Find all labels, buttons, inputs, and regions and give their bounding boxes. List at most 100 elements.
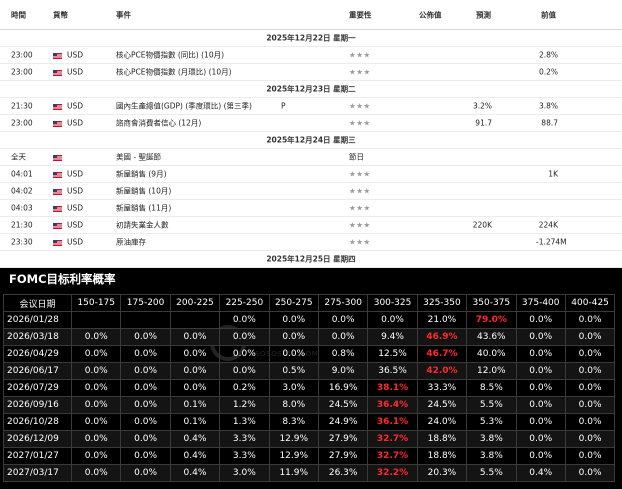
- column-header-rate-range: 250-275: [268, 294, 319, 312]
- calendar-event-row[interactable]: 23:30 USD 原油庫存 ★★★ -1.274M: [0, 234, 622, 251]
- event-time: 23:30: [11, 237, 33, 247]
- probability-cell: 0.4%: [169, 464, 221, 482]
- event-time: 04:03: [11, 203, 33, 213]
- calendar-event-row[interactable]: 04:03 USD 新屋銷售 (11月) ★★★: [0, 200, 622, 217]
- table-row: 2026/01/28 0.0% 0.0% 0.0% 0.0% 21.0% 79.0% 0.0%…: [3, 311, 616, 329]
- probability-cell: 0.0%: [564, 311, 616, 329]
- probability-cell: 0.4%: [515, 464, 566, 482]
- header-actual[interactable]: 公佈值: [419, 10, 442, 21]
- us-flag-icon: [53, 154, 62, 161]
- probability-cell: 0.0%: [268, 311, 319, 329]
- event-name[interactable]: 核心PCE物價指數 (月環比) (10月): [116, 67, 232, 78]
- event-name[interactable]: 核心PCE物價指數 (同比) (10月): [116, 50, 224, 61]
- probability-cell: 0.0%: [564, 413, 616, 431]
- calendar-event-row[interactable]: 23:00 USD 核心PCE物價指數 (月環比) (10月) ★★★ 0.2%: [0, 64, 622, 81]
- calendar-event-row[interactable]: 04:01 USD 新屋銷售 (9月) ★★★ 1K: [0, 166, 622, 183]
- probability-cell: 0.0%: [515, 345, 566, 363]
- calendar-event-row[interactable]: 21:30 USD 國內生產總值(GDP) (季度環比) (第三季) P ★★★ 3.2%…: [0, 98, 622, 115]
- event-importance: 節日: [349, 152, 364, 162]
- probability-cell: 0.1%: [169, 413, 221, 431]
- probability-cell: 3.8%: [466, 447, 517, 465]
- us-flag-icon: [53, 188, 62, 195]
- event-name[interactable]: 新屋銷售 (9月): [116, 169, 167, 180]
- probability-cell: 5.5%: [466, 464, 517, 482]
- event-name[interactable]: 新屋銷售 (11月): [116, 203, 171, 214]
- calendar-event-row[interactable]: 23:00 USD 諮商會消費者信心 (12月) ★★★ 91.7 88.7: [0, 115, 622, 132]
- meeting-date-cell: 2027/01/27: [3, 447, 72, 465]
- probability-cell: 18.8%: [416, 430, 468, 448]
- table-row: 2026/03/18 0.0% 0.0% 0.0% 0.0% 0.0% 0.0% 9.4% 46…: [3, 328, 616, 346]
- probability-cell: 40.0%: [466, 345, 517, 363]
- event-name[interactable]: 國內生產總值(GDP) (季度環比) (第三季): [116, 101, 252, 112]
- column-header-rate-range: 375-400: [515, 294, 566, 312]
- event-forecast: 3.2%: [472, 101, 492, 111]
- calendar-date: 2025年12月24日 星期三: [266, 135, 356, 145]
- event-importance: ★★★: [349, 186, 371, 196]
- event-name[interactable]: 美國 - 聖誕節: [116, 152, 161, 163]
- probability-cell: 0.0%: [564, 396, 616, 414]
- probability-cell: 18.8%: [416, 447, 468, 465]
- calendar-event-row[interactable]: 23:00 USD 核心PCE物價指數 (同比) (10月) ★★★ 2.8%: [0, 47, 622, 64]
- calendar-event-row[interactable]: 21:30 USD 初請失業金人數 ★★★ 220K 224K: [0, 217, 622, 234]
- event-name[interactable]: 原油庫存: [116, 237, 146, 248]
- meeting-date-cell: 2026/04/29: [3, 345, 72, 363]
- meeting-date-cell: 2026/10/28: [3, 413, 72, 431]
- event-currency: USD: [67, 237, 84, 247]
- meeting-date-cell: 2026/09/16: [3, 396, 72, 414]
- event-name[interactable]: 新屋銷售 (10月): [116, 186, 171, 197]
- probability-cell: 8.0%: [268, 396, 319, 414]
- event-name[interactable]: 諮商會消費者信心 (12月): [116, 118, 201, 129]
- table-row: 2026/06/17 0.0% 0.0% 0.0% 0.0% 0.5% 9.0% 36.5% 4…: [3, 362, 616, 380]
- event-time: 04:01: [11, 169, 33, 179]
- header-forecast[interactable]: 預測: [476, 10, 491, 21]
- column-header-rate-range: 325-350: [416, 294, 468, 312]
- probability-cell: 0.0%: [564, 464, 616, 482]
- event-time: 23:00: [11, 50, 33, 60]
- table-row: 2026/10/28 0.0% 0.0% 0.1% 1.3% 8.3% 24.9% 36.1%…: [3, 413, 616, 431]
- calendar-date-row: 2025年12月22日 星期一: [0, 30, 622, 47]
- probability-cell: 0.0%: [120, 328, 171, 346]
- probability-cell: 27.9%: [317, 430, 369, 448]
- probability-cell-max: 32.7%: [367, 430, 418, 448]
- header-previous[interactable]: 前值: [541, 10, 556, 21]
- table-row: 2026/12/09 0.0% 0.0% 0.4% 3.3% 12.9% 27.9% 32.7…: [3, 430, 616, 448]
- probability-cell: 0.0%: [564, 430, 616, 448]
- us-flag-icon: [53, 52, 62, 59]
- event-importance: ★★★: [349, 169, 371, 179]
- event-previous: 3.8%: [538, 101, 558, 111]
- calendar-event-row[interactable]: 04:02 USD 新屋銷售 (10月) ★★★: [0, 183, 622, 200]
- probability-cell: 3.3%: [219, 447, 270, 465]
- probability-cell: [169, 311, 221, 329]
- meeting-date-cell: 2027/03/17: [3, 464, 72, 482]
- probability-cell: 26.3%: [317, 464, 369, 482]
- probability-cell: 0.4%: [169, 447, 221, 465]
- header-currency[interactable]: 貨幣: [53, 10, 68, 21]
- header-importance[interactable]: 重要性: [349, 10, 372, 21]
- column-header-rate-range: 200-225: [169, 294, 221, 312]
- probability-cell: 0.0%: [70, 396, 122, 414]
- meeting-date-cell: 2026/06/17: [3, 362, 72, 380]
- calendar-date-row: 2025年12月24日 星期三: [0, 132, 622, 149]
- probability-cell: 3.0%: [268, 379, 319, 397]
- fomc-table-header: 会议日期 150-175 175-200 200-225 225-250 250-275 2…: [3, 294, 616, 312]
- probability-cell: 5.5%: [466, 396, 517, 414]
- event-importance: ★★★: [349, 203, 371, 213]
- event-previous: -1.274M: [536, 237, 567, 247]
- probability-cell: 0.0%: [70, 430, 122, 448]
- header-event[interactable]: 事件: [116, 10, 131, 21]
- fomc-probability-panel: FOMC目标利率概率 SOSOSTAR SOSOSTAR.COM 会议日期150…: [0, 268, 622, 489]
- probability-cell-max: 32.7%: [367, 447, 418, 465]
- us-flag-icon: [53, 103, 62, 110]
- header-time[interactable]: 時間: [11, 10, 26, 21]
- probability-cell: 0.0%: [70, 413, 122, 431]
- probability-cell: 0.0%: [120, 430, 171, 448]
- calendar-event-row[interactable]: 全天 美國 - 聖誕節 節日: [0, 149, 622, 166]
- event-name[interactable]: 初請失業金人數: [116, 220, 169, 231]
- probability-cell: 0.0%: [120, 362, 171, 380]
- probability-cell: 3.0%: [219, 464, 270, 482]
- probability-cell: 12.5%: [367, 345, 418, 363]
- meeting-date-cell: 2026/03/18: [3, 328, 72, 346]
- probability-cell: 0.0%: [70, 464, 122, 482]
- probability-cell: 0.0%: [120, 379, 171, 397]
- calendar-header-row: 時間 貨幣 事件 重要性 公佈值 預測 前值: [0, 0, 622, 30]
